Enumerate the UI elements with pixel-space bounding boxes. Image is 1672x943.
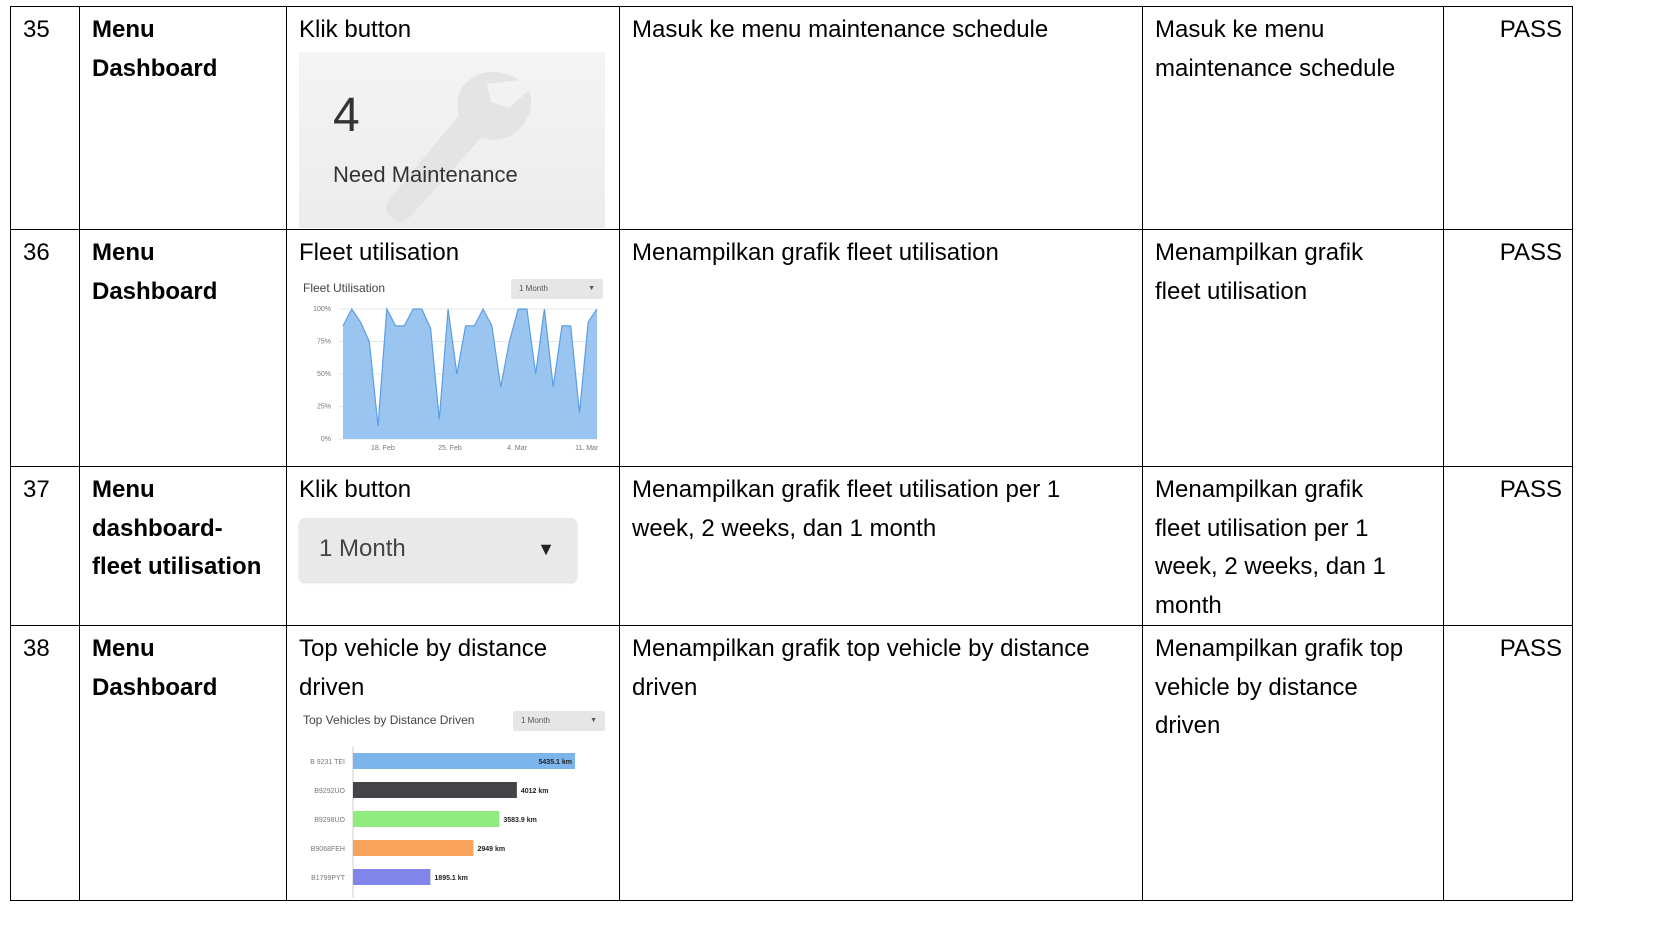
y-tick-label: 25%: [317, 403, 331, 410]
scenario-line: Menu: [92, 635, 155, 662]
y-tick-label: B9298UO: [314, 817, 345, 824]
test-result: PASS: [1443, 6, 1573, 230]
data-label: 3583.9 km: [503, 817, 536, 824]
bar: [353, 782, 517, 798]
scenario-line: dashboard-: [92, 514, 223, 542]
period-dropdown[interactable]: 1 Month ▼: [299, 517, 577, 582]
scenario-line: fleet utilisation: [92, 553, 262, 580]
y-tick-label: B9292UO: [314, 788, 345, 795]
step-label: Top vehicle by distance: [299, 635, 548, 662]
actual-result: Menampilkan grafik fleet utilisation: [1142, 229, 1444, 467]
expected-result: Menampilkan grafik fleet utilisation per…: [619, 466, 1143, 626]
test-number: 37: [10, 466, 80, 626]
actual-result: Masuk ke menu maintenance schedule: [1142, 6, 1444, 230]
period-select-value: 1 Month: [521, 716, 550, 725]
test-scenario: Menu Dashboard: [79, 229, 287, 467]
y-tick-label: 50%: [317, 371, 331, 378]
step-label: Klik button: [299, 476, 412, 503]
y-tick-label: 100%: [313, 306, 331, 313]
y-tick-label: B9068FEH: [311, 846, 345, 853]
top-vehicles-chart: Top Vehicles by Distance Driven 1 Month …: [299, 707, 609, 899]
chevron-down-icon: ▼: [590, 717, 597, 724]
expected-line: Menampilkan grafik top vehicle by distan…: [632, 635, 1090, 662]
actual-line: fleet utilisation: [1155, 277, 1308, 305]
test-step: Klik button 1 Month ▼: [286, 466, 620, 626]
test-number: 38: [10, 625, 80, 901]
chevron-down-icon: ▼: [537, 538, 555, 559]
bar: [353, 811, 500, 827]
expected-line: driven: [632, 673, 698, 701]
step-label: Fleet utilisation: [299, 239, 460, 266]
actual-line: maintenance schedule: [1155, 54, 1396, 82]
actual-line: fleet utilisation per 1: [1155, 514, 1369, 542]
test-number: 35: [10, 6, 80, 230]
test-result: PASS: [1443, 466, 1573, 626]
bar: [353, 869, 431, 885]
data-label: 1895.1 km: [434, 875, 467, 882]
x-tick-label: 25. Feb: [438, 445, 462, 452]
test-step: Fleet utilisation Fleet Utilisation 1 Mo…: [286, 229, 620, 467]
x-tick-label: 11. Mar: [575, 445, 599, 452]
test-result: PASS: [1443, 229, 1573, 467]
test-step: Klik button 4 Need Maintenance: [286, 6, 620, 230]
bar: [353, 840, 474, 856]
need-maintenance-card[interactable]: 4 Need Maintenance: [299, 51, 605, 228]
actual-line: month: [1155, 591, 1222, 619]
test-scenario: Menu Dashboard: [79, 6, 287, 230]
test-case-table: 35 Menu Dashboard Klik button 4 Need Mai…: [10, 6, 1573, 901]
test-scenario: Menu Dashboard: [79, 625, 287, 901]
y-tick-label: 75%: [317, 338, 331, 345]
data-label: 4012 km: [521, 788, 549, 795]
actual-line: Menampilkan grafik: [1155, 239, 1364, 266]
actual-line: Menampilkan grafik: [1155, 476, 1364, 503]
table-row: 38 Menu Dashboard Top vehicle by distanc…: [10, 625, 1573, 901]
scenario-line: Menu: [92, 476, 155, 503]
top-vehicles-plot: B 9231 TEI 5435.1 km B9292UO 4012 km B9298UO…: [310, 747, 575, 898]
data-label: 2949 km: [477, 846, 505, 853]
y-tick-label: B 9231 TEI: [310, 759, 345, 766]
scenario-line: Dashboard: [92, 277, 218, 305]
scenario-line: Menu: [92, 239, 155, 266]
y-tick-label: B1799PYT: [311, 875, 346, 882]
expected-result: Menampilkan grafik top vehicle by distan…: [619, 625, 1143, 901]
x-tick-label: 4. Mar: [507, 445, 528, 452]
table-row: 37 Menu dashboard- fleet utilisation Kli…: [10, 466, 1573, 626]
maintenance-count: 4: [333, 88, 360, 142]
chart-title: Top Vehicles by Distance Driven: [303, 713, 475, 727]
step-label: Klik button: [299, 16, 412, 43]
expected-result: Menampilkan grafik fleet utilisation: [619, 229, 1143, 467]
expected-line: Menampilkan grafik fleet utilisation per…: [632, 476, 1061, 503]
actual-line: week, 2 weeks, dan 1: [1155, 553, 1386, 580]
test-number: 36: [10, 229, 80, 467]
table-row: 36 Menu Dashboard Fleet utilisation Flee…: [10, 229, 1573, 467]
test-scenario: Menu dashboard- fleet utilisation: [79, 466, 287, 626]
expected-line: week, 2 weeks, dan 1 month: [632, 514, 937, 542]
scenario-line: Dashboard: [92, 673, 218, 701]
actual-result: Menampilkan grafik fleet utilisation per…: [1142, 466, 1444, 626]
fleet-utilisation-plot: 100% 75% 50% 25% 0% 18. Feb 25. Feb 4. Mar 11. M…: [313, 306, 599, 452]
maintenance-caption: Need Maintenance: [333, 161, 518, 187]
period-dropdown-value: 1 Month: [319, 534, 406, 562]
test-step: Top vehicle by distance driven Top Vehic…: [286, 625, 620, 901]
period-select[interactable]: 1 Month ▼: [513, 711, 605, 731]
scenario-line: Menu: [92, 16, 155, 43]
actual-result: Menampilkan grafik top vehicle by distan…: [1142, 625, 1444, 901]
test-result: PASS: [1443, 625, 1573, 901]
actual-line: Menampilkan grafik top: [1155, 635, 1404, 662]
table-row: 35 Menu Dashboard Klik button 4 Need Mai…: [10, 6, 1573, 230]
x-tick-label: 18. Feb: [371, 445, 395, 452]
actual-line: driven: [1155, 712, 1221, 739]
scenario-line: Dashboard: [92, 54, 218, 82]
fleet-utilisation-chart: Fleet Utilisation 1 Month ▼ 100% 75% 50% 25…: [299, 274, 607, 455]
actual-line: Masuk ke menu: [1155, 16, 1325, 43]
expected-result: Masuk ke menu maintenance schedule: [619, 6, 1143, 230]
y-tick-label: 0%: [321, 436, 331, 443]
data-label: 5435.1 km: [539, 759, 572, 766]
actual-line: vehicle by distance: [1155, 673, 1358, 701]
step-label: driven: [299, 673, 365, 701]
wrench-icon: [386, 71, 532, 221]
